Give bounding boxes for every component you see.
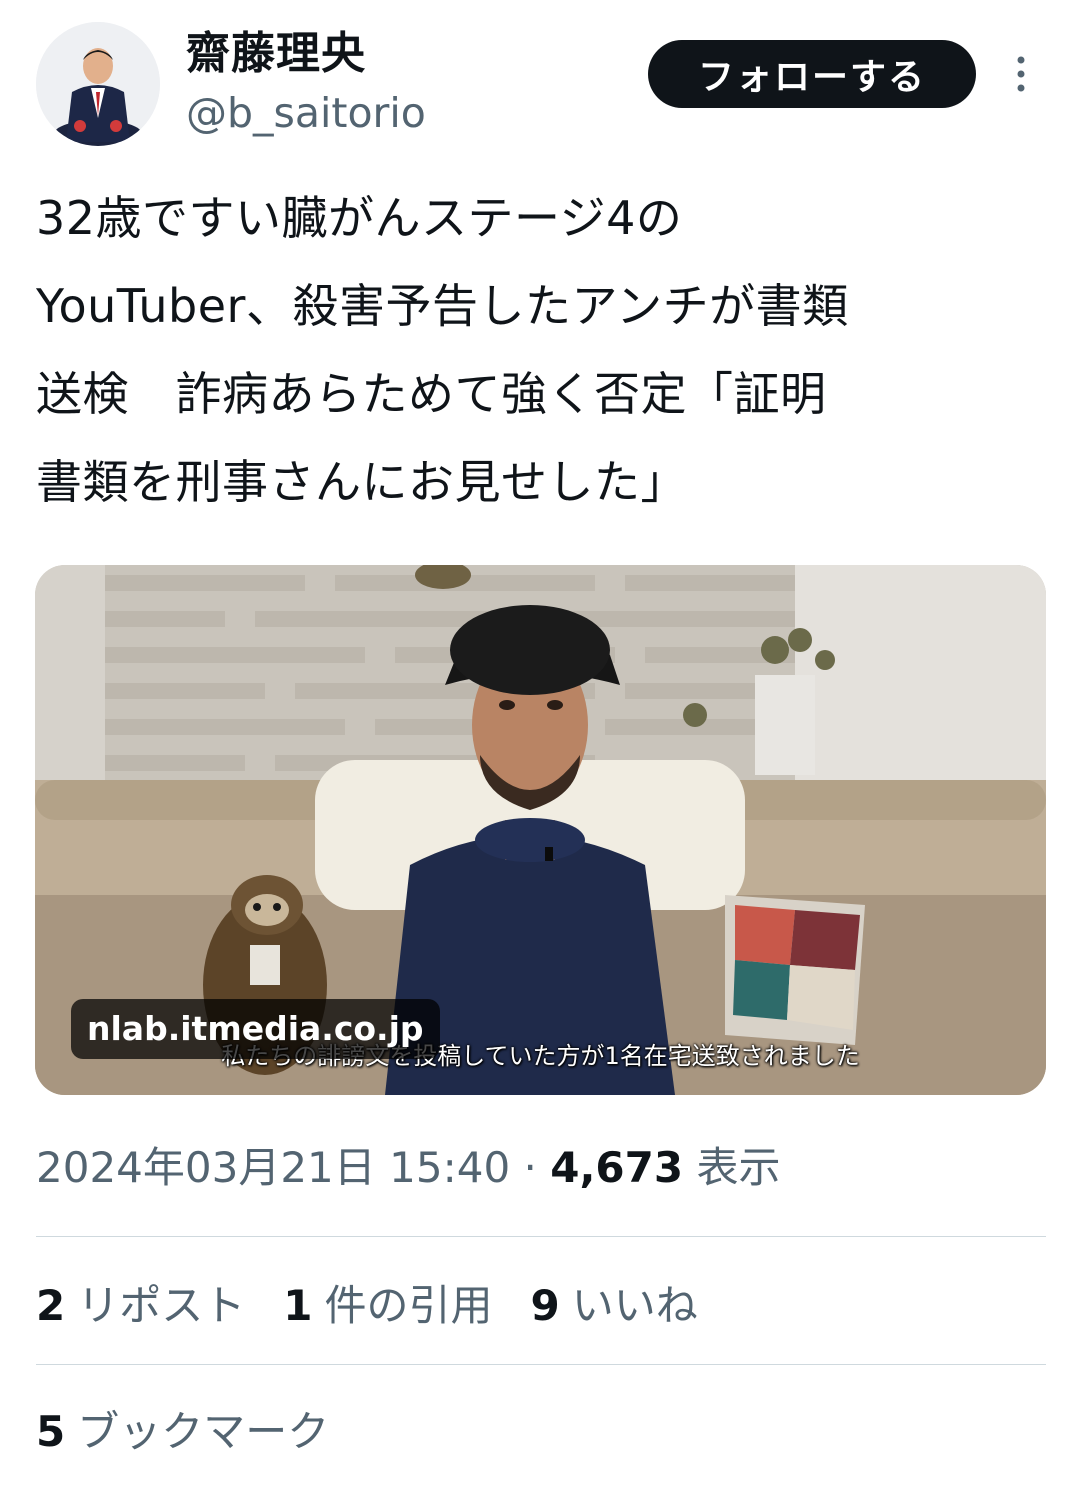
follow-button[interactable]: フォローする bbox=[648, 40, 976, 108]
tweet-timestamp[interactable]: 2024年03月21日 15:40 bbox=[36, 1143, 510, 1192]
repost-label: リポスト bbox=[77, 1281, 246, 1330]
link-domain-badge: nlab.itmedia.co.jp bbox=[71, 999, 440, 1059]
views-count: 4,673 bbox=[550, 1143, 684, 1192]
bookmark-stats: 5 ブックマーク bbox=[36, 1402, 329, 1462]
quote-count: 1 bbox=[283, 1281, 313, 1330]
meta-separator: · bbox=[523, 1143, 537, 1192]
tweet-text: 32歳ですい臓がんステージ4の YouTuber、殺害予告したアンチが書類 送検… bbox=[36, 191, 849, 509]
author-handle[interactable]: @b_saitorio bbox=[186, 86, 426, 140]
divider bbox=[36, 1236, 1046, 1237]
stat-likes[interactable]: 9 いいね bbox=[531, 1276, 698, 1336]
like-label: いいね bbox=[571, 1281, 698, 1330]
bookmark-label: ブックマーク bbox=[77, 1407, 330, 1456]
link-preview-card[interactable]: 私たちの誹謗文を投稿していた方が1名在宅送致されました nlab.itmedia… bbox=[35, 565, 1046, 1095]
repost-count: 2 bbox=[36, 1281, 66, 1330]
like-count: 9 bbox=[530, 1281, 560, 1330]
bookmark-count: 5 bbox=[36, 1407, 66, 1456]
stat-bookmarks[interactable]: 5 ブックマーク bbox=[36, 1402, 329, 1462]
engagement-stats: 2 リポスト 1 件の引用 9 いいね bbox=[36, 1276, 698, 1336]
author-avatar[interactable] bbox=[36, 22, 160, 146]
author-display-name[interactable]: 齋藤理央 bbox=[186, 26, 366, 82]
quote-label: 件の引用 bbox=[324, 1281, 493, 1330]
tweet-meta: 2024年03月21日 15:40 · 4,673 表示 bbox=[36, 1138, 780, 1198]
views-label: 表示 bbox=[696, 1143, 781, 1192]
stat-quotes[interactable]: 1 件の引用 bbox=[283, 1276, 492, 1336]
divider bbox=[36, 1364, 1046, 1365]
more-options-icon[interactable] bbox=[1006, 54, 1036, 94]
stat-reposts[interactable]: 2 リポスト bbox=[36, 1276, 245, 1336]
